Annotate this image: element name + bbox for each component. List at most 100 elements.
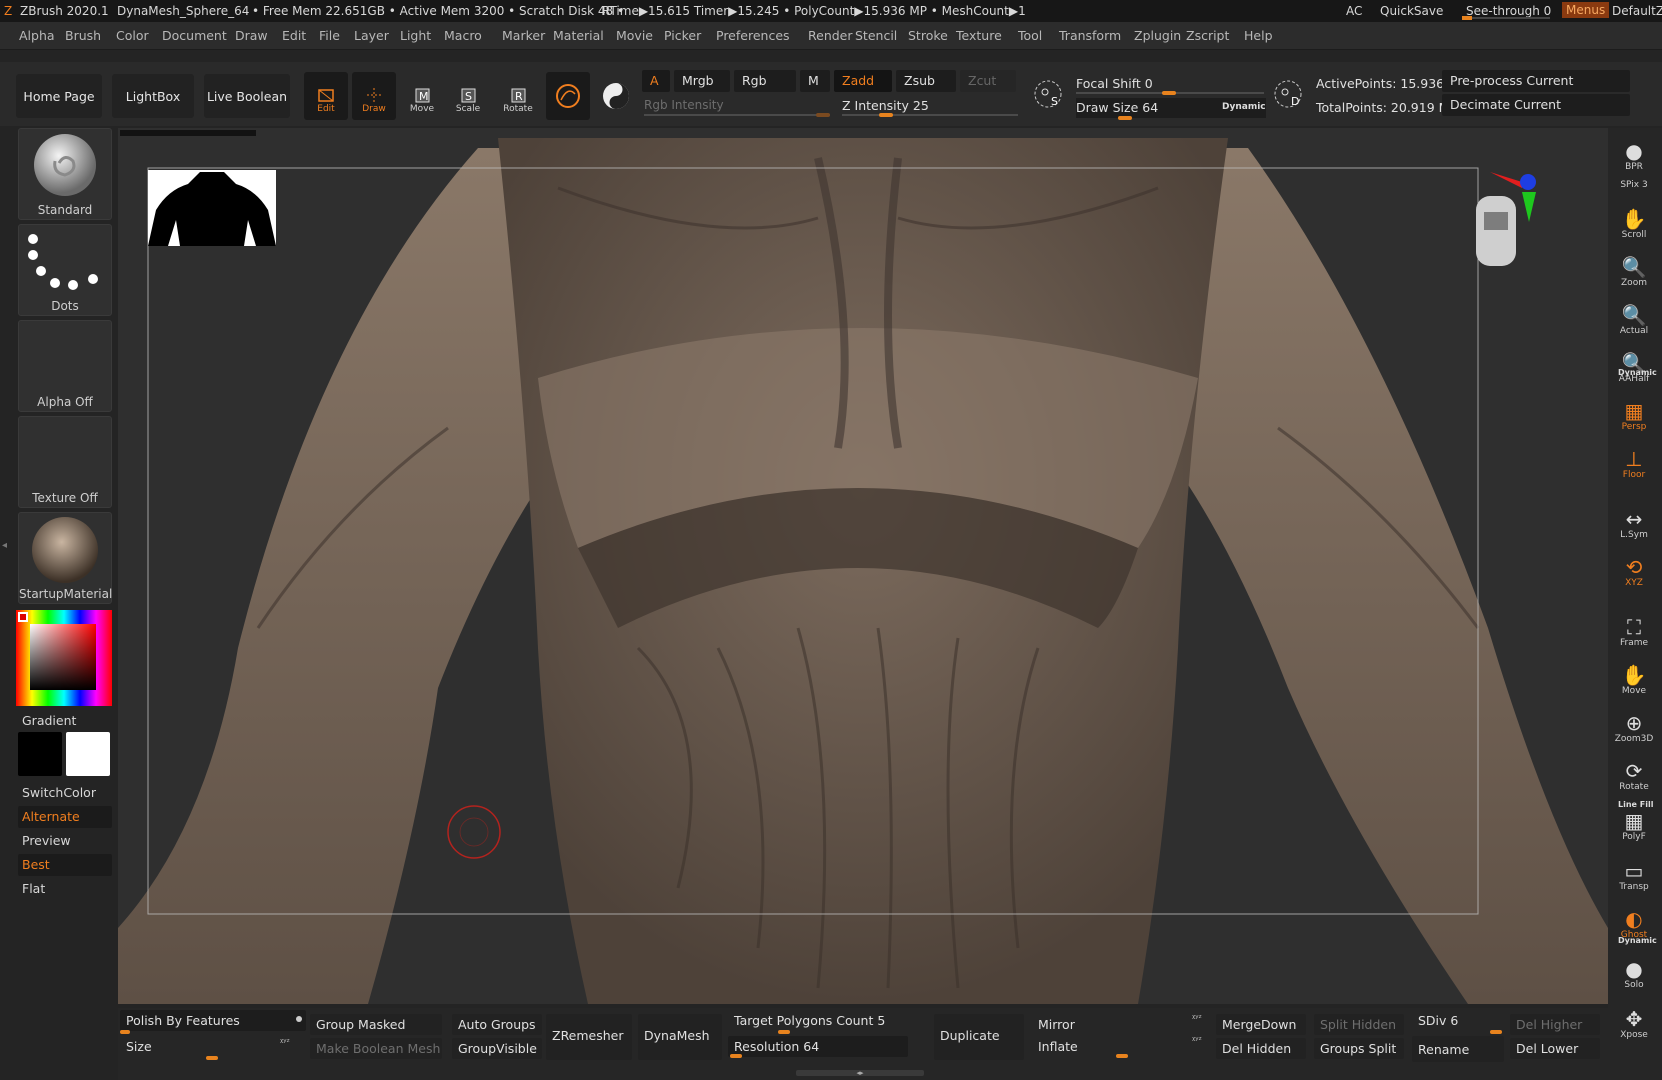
focal-shift-knob[interactable] [1162, 91, 1176, 95]
lsym-button[interactable]: ↔ L.Sym [1611, 498, 1657, 542]
zsub-toggle[interactable]: Zsub [896, 70, 956, 92]
defaultz-button[interactable]: DefaultZ [1612, 4, 1662, 18]
sdiv-knob[interactable] [1490, 1030, 1502, 1034]
menu-macro[interactable]: Macro [444, 28, 482, 43]
polish-by-features-slider[interactable]: Polish By Features [120, 1010, 306, 1031]
spix-button[interactable]: SPix 3 [1611, 176, 1657, 196]
rgb-intensity-knob[interactable] [816, 113, 830, 117]
ac-button[interactable]: AC [1346, 4, 1362, 18]
secondary-color-swatch[interactable] [18, 732, 62, 776]
home-page-button[interactable]: Home Page [16, 74, 102, 118]
draw-size-knob[interactable] [1118, 116, 1133, 120]
duplicate-button[interactable]: Duplicate [934, 1014, 1024, 1060]
zoom3d-button[interactable]: ⊕ Zoom3D [1611, 702, 1657, 746]
seethrough-slider[interactable]: See-through 0 [1466, 4, 1551, 18]
menu-brush[interactable]: Brush [65, 28, 101, 43]
resolution-slider[interactable]: Resolution 64 [728, 1036, 908, 1057]
target-polygons-knob[interactable] [778, 1030, 790, 1034]
menu-file[interactable]: File [319, 28, 340, 43]
zremesher-button[interactable]: ZRemesher [546, 1014, 632, 1060]
move-button[interactable]: M Move [400, 72, 444, 120]
switchcolor-button[interactable]: SwitchColor [18, 782, 112, 804]
menu-layer[interactable]: Layer [354, 28, 389, 43]
paint-material-button[interactable] [594, 72, 638, 120]
scale-button[interactable]: S Scale [446, 72, 490, 120]
menu-render[interactable]: Render [808, 28, 853, 43]
flat-toggle[interactable]: Flat [18, 878, 112, 900]
texture-slot[interactable]: Texture Off [18, 416, 112, 508]
dynamic-toggle[interactable]: Dynamic [1222, 102, 1266, 112]
main-color-swatch[interactable] [66, 732, 110, 776]
zadd-toggle[interactable]: Zadd [834, 70, 892, 92]
del-hidden-button[interactable]: Del Hidden [1216, 1038, 1306, 1059]
lightbox-button[interactable]: LightBox [112, 74, 194, 118]
zcut-toggle[interactable]: Zcut [960, 70, 1016, 92]
material-slot[interactable]: StartupMaterial [18, 512, 112, 604]
seethrough-knob[interactable] [1462, 16, 1472, 20]
size-slider[interactable]: Size [120, 1036, 306, 1057]
navigation-head-gizmo[interactable] [1454, 172, 1550, 272]
gradient-toggle[interactable]: Gradient [18, 710, 112, 732]
bottom-tray-arrow-icon[interactable]: ◂▸ [796, 1070, 924, 1077]
actual-button[interactable]: 🔍 Actual [1611, 294, 1657, 338]
transp-button[interactable]: ▭ Transp [1611, 850, 1657, 894]
menu-color[interactable]: Color [116, 28, 149, 43]
brush-slot[interactable]: Standard [18, 128, 112, 220]
menu-document[interactable]: Document [162, 28, 227, 43]
document-canvas[interactable] [118, 128, 1608, 1004]
size-knob[interactable] [206, 1056, 218, 1060]
persp-button[interactable]: ▦ Persp [1611, 390, 1657, 434]
scroll-button[interactable]: ✋ Scroll [1611, 198, 1657, 242]
solo-button[interactable]: ● Solo [1611, 948, 1657, 992]
mergedown-button[interactable]: MergeDown [1216, 1014, 1306, 1035]
stroke-slot[interactable]: Dots [18, 224, 112, 316]
preprocess-current-button[interactable]: Pre-process Current [1442, 70, 1630, 92]
menu-preferences[interactable]: Preferences [716, 28, 790, 43]
sculptris-s-button[interactable]: S [1028, 74, 1068, 114]
menu-picker[interactable]: Picker [664, 28, 701, 43]
rgb-toggle[interactable]: Rgb [734, 70, 796, 92]
move-button[interactable]: ✋ Move [1611, 654, 1657, 698]
dynamesh-button[interactable]: DynaMesh [638, 1014, 722, 1060]
floor-button[interactable]: ⊥ Floor [1611, 438, 1657, 482]
alternate-toggle[interactable]: Alternate [18, 806, 112, 828]
z-intensity-slider[interactable]: Z Intensity 25 [842, 96, 1018, 116]
left-tray-arrow-icon[interactable]: ◂ [2, 540, 10, 556]
menu-stroke[interactable]: Stroke [908, 28, 948, 43]
mirror-button[interactable]: Mirror [1032, 1014, 1208, 1035]
color-picker-square[interactable] [30, 624, 96, 690]
edit-button[interactable]: Edit [304, 72, 348, 120]
make-boolean-mesh-button[interactable]: Make Boolean Mesh [310, 1038, 442, 1059]
menu-light[interactable]: Light [400, 28, 431, 43]
rotate-button[interactable]: R Rotate [496, 72, 540, 120]
polish-knob[interactable] [120, 1030, 130, 1034]
a-toggle[interactable]: A [642, 70, 670, 92]
sdiv-slider[interactable]: SDiv 6 [1412, 1010, 1504, 1031]
menus-button[interactable]: Menus [1562, 2, 1610, 18]
menu-tool[interactable]: Tool [1018, 28, 1042, 43]
draw-button[interactable]: Draw [352, 72, 396, 120]
groups-split-button[interactable]: Groups Split [1314, 1038, 1404, 1059]
xpose-button[interactable]: ✥ Xpose [1611, 998, 1657, 1042]
aahalf-button[interactable]: 🔍 AAHalf [1611, 342, 1657, 386]
quicksave-button[interactable]: QuickSave [1380, 4, 1443, 18]
menu-alpha[interactable]: Alpha [19, 28, 55, 43]
del-higher-button[interactable]: Del Higher [1510, 1014, 1600, 1035]
z-intensity-knob[interactable] [879, 113, 893, 117]
resolution-knob[interactable] [730, 1054, 742, 1058]
zoom-button[interactable]: 🔍 Zoom [1611, 246, 1657, 290]
menu-movie[interactable]: Movie [616, 28, 653, 43]
decimate-current-button[interactable]: Decimate Current [1442, 94, 1630, 116]
del-lower-button[interactable]: Del Lower [1510, 1038, 1600, 1059]
sculpt-material-button[interactable] [546, 72, 590, 120]
menu-material[interactable]: Material [553, 28, 604, 43]
bpr-button[interactable]: ● BPR [1611, 130, 1657, 174]
group-masked-button[interactable]: Group Masked [310, 1014, 442, 1035]
menu-zscript[interactable]: Zscript [1186, 28, 1229, 43]
rotate-button[interactable]: ⟳ Rotate [1611, 750, 1657, 794]
menu-texture[interactable]: Texture [956, 28, 1002, 43]
menu-help[interactable]: Help [1244, 28, 1273, 43]
preview-toggle[interactable]: Preview [18, 830, 112, 852]
mrgb-toggle[interactable]: Mrgb [674, 70, 730, 92]
best-toggle[interactable]: Best [18, 854, 112, 876]
